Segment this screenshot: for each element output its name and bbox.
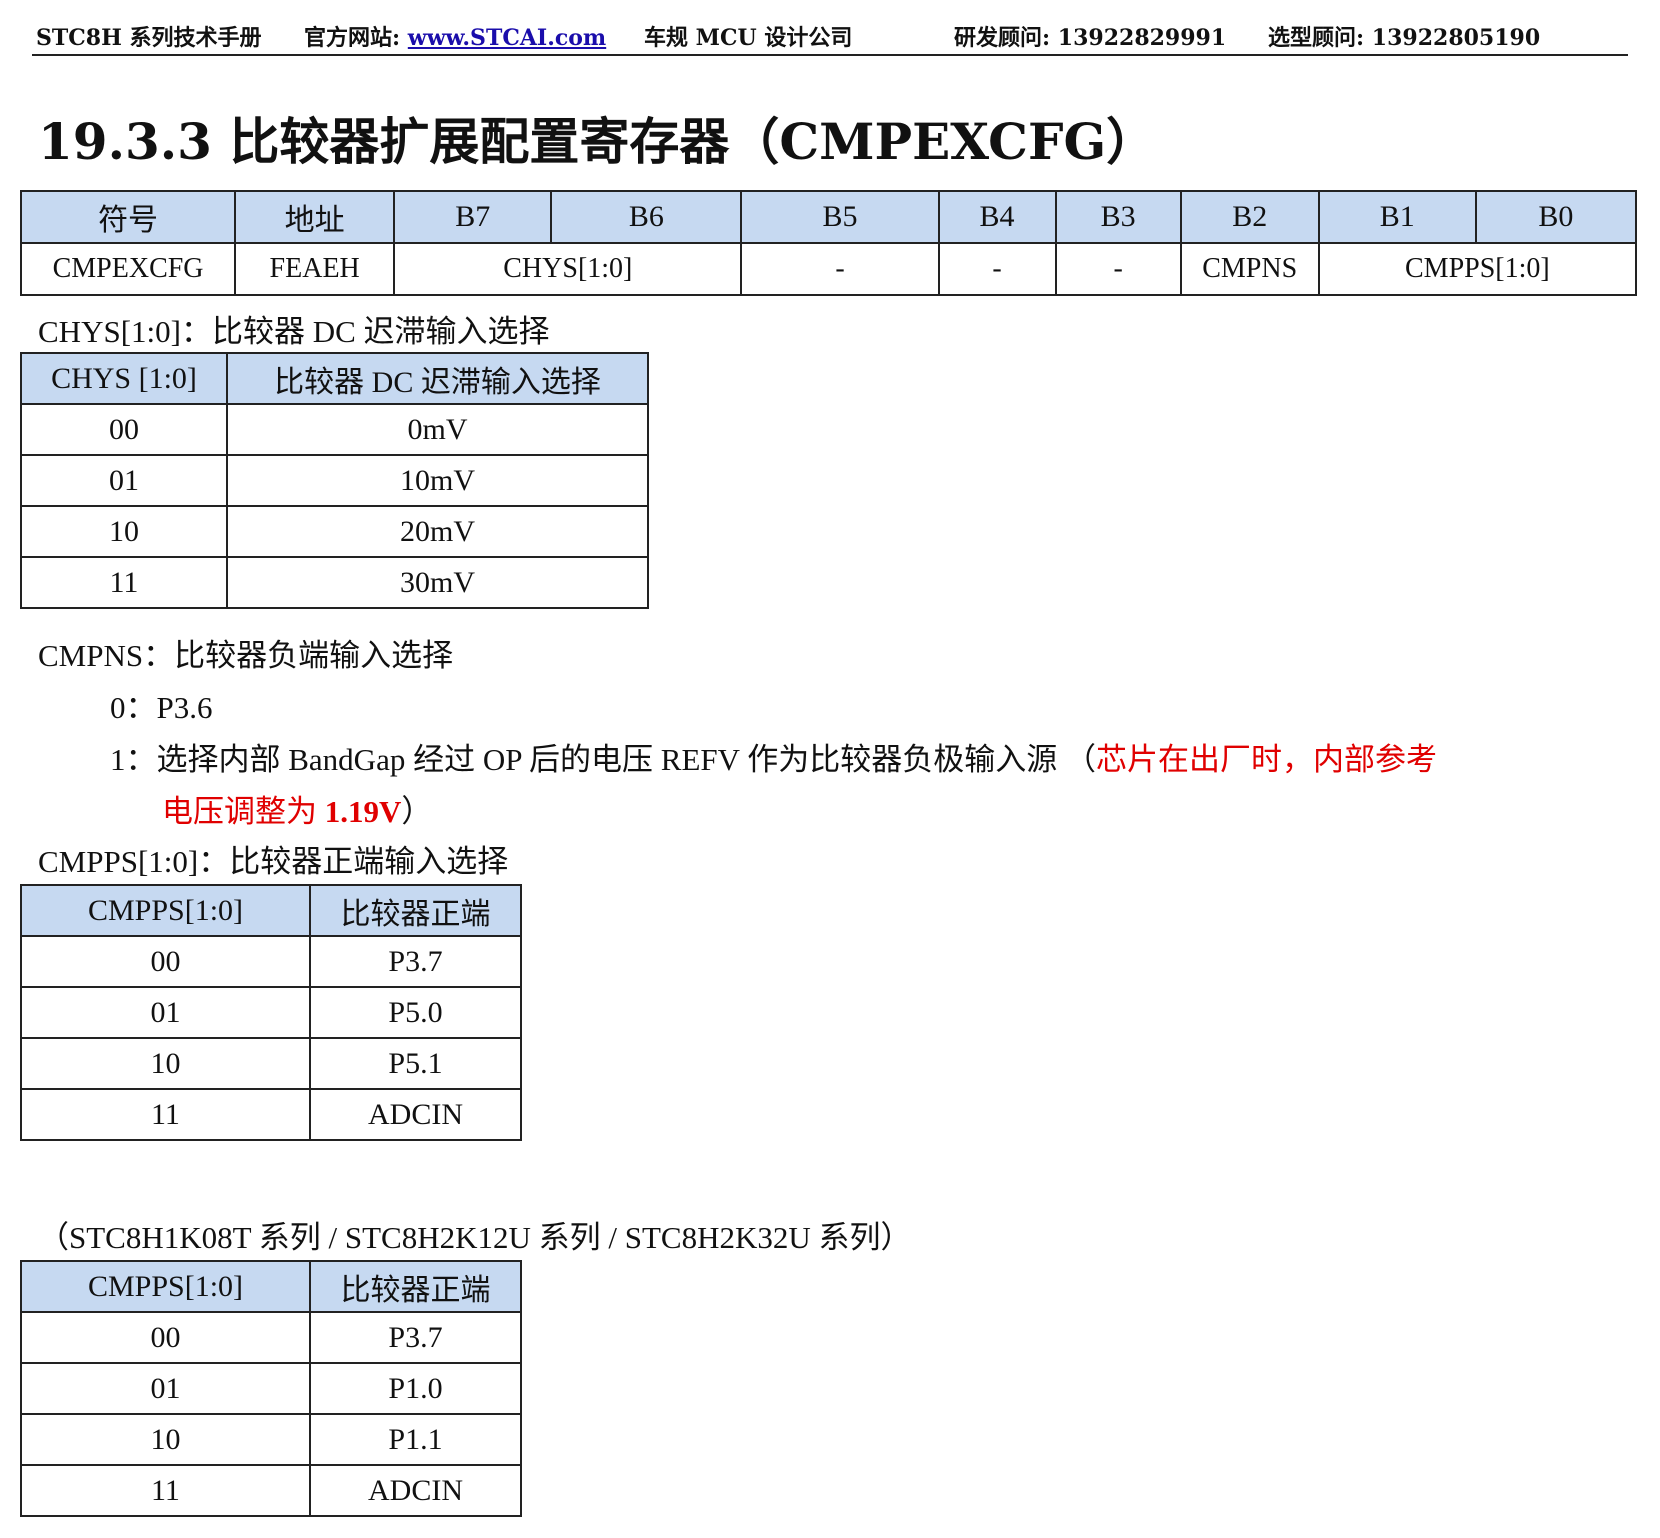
register-row: CMPEXCFG FEAEH CHYS[1:0] - - - CMPNS CMP… — [19, 242, 1638, 296]
table-row: 01 P1.0 — [20, 1362, 522, 1415]
col-symbol: 符号 — [19, 190, 237, 244]
chys-table: CHYS [1:0] 比较器 DC 迟滞输入选择 00 0mV 01 10mV 10… — [20, 352, 649, 609]
cmpps-table: CMPPS[1:0] 比较器正端 00 P3.7 01 P5.0 10 P5.1 11… — [20, 884, 522, 1141]
chys-code: 11 — [20, 556, 228, 609]
series-note: （STC8H1K08T 系列 / STC8H2K12U 系列 / STC8H2K… — [38, 1220, 912, 1255]
field-b5: - — [740, 242, 940, 296]
cmpps2-code: 01 — [20, 1362, 311, 1415]
cmpps2-col-pin: 比较器正端 — [309, 1260, 522, 1313]
cmpps-table-series: CMPPS[1:0] 比较器正端 00 P3.7 01 P1.0 10 P1.1 11… — [20, 1260, 522, 1517]
chys-voltage: 20mV — [226, 505, 649, 558]
register-table: 符号 地址 B7 B6 B5 B4 B3 B2 B1 B0 CMPEXCFG F… — [19, 190, 1638, 296]
table-row: 01 10mV — [20, 454, 649, 507]
chys-voltage: 30mV — [226, 556, 649, 609]
table-row: 10 20mV — [20, 505, 649, 558]
field-b3: - — [1054, 242, 1182, 296]
col-b7: B7 — [393, 190, 553, 244]
col-b5: B5 — [740, 190, 940, 244]
col-b2: B2 — [1179, 190, 1320, 244]
cmpps-col-value: CMPPS[1:0] — [20, 884, 311, 937]
col-b6: B6 — [550, 190, 743, 244]
cmpps-code: 10 — [20, 1037, 311, 1090]
cmpns-option-1: 1：选择内部 BandGap 经过 OP 后的电压 REFV 作为比较器负极输入… — [110, 734, 1437, 779]
cmpps2-code: 10 — [20, 1413, 311, 1466]
table-row: 00 P3.7 — [20, 935, 522, 988]
chys-header-row: CHYS [1:0] 比较器 DC 迟滞输入选择 — [20, 352, 649, 405]
register-address: FEAEH — [234, 242, 396, 296]
table-row: 10 P1.1 — [20, 1413, 522, 1466]
cmpps2-pin: P1.0 — [309, 1362, 522, 1415]
chys-code: 10 — [20, 505, 228, 558]
table-row: 00 P3.7 — [20, 1311, 522, 1364]
site-link[interactable]: www.STCAI.com — [408, 25, 606, 51]
register-name: CMPEXCFG — [19, 242, 237, 296]
chys-description: CHYS[1:0]：比较器 DC 迟滞输入选择 — [38, 314, 550, 349]
cmpps-header-row: CMPPS[1:0] 比较器正端 — [20, 884, 522, 937]
cmpps2-pin: ADCIN — [309, 1464, 522, 1517]
table-row: 11 ADCIN — [20, 1088, 522, 1141]
cmpns-option-0: 0：P3.6 — [110, 690, 213, 725]
col-b1: B1 — [1317, 190, 1477, 244]
cmpns-note-cont: 电压调整为 — [162, 794, 325, 829]
field-cmpns: CMPNS — [1179, 242, 1320, 296]
chys-code: 00 — [20, 403, 228, 456]
chys-voltage: 10mV — [226, 454, 649, 507]
cmpps-description: CMPPS[1:0]：比较器正端输入选择 — [38, 844, 509, 879]
page-header: STC8H 系列技术手册 官方网站: www.STCAI.com 车规 MCU … — [32, 18, 1628, 56]
table-row: 00 0mV — [20, 403, 649, 456]
table-row: 10 P5.1 — [20, 1037, 522, 1090]
cmpps2-pin: P1.1 — [309, 1413, 522, 1466]
cmpps-pin: P5.1 — [309, 1037, 522, 1090]
cmpns-option-1-text: 选择内部 BandGap 经过 OP 后的电压 REFV 作为比较器负极输入源 … — [156, 742, 1097, 777]
field-chys: CHYS[1:0] — [393, 242, 743, 296]
cmpps2-header-row: CMPPS[1:0] 比较器正端 — [20, 1260, 522, 1313]
chys-col-desc: 比较器 DC 迟滞输入选择 — [226, 352, 649, 405]
chys-voltage: 0mV — [226, 403, 649, 456]
field-cmpps: CMPPS[1:0] — [1317, 242, 1638, 296]
cmpps-col-pin: 比较器正端 — [309, 884, 522, 937]
cmpps-pin: P5.0 — [309, 986, 522, 1039]
sel-contact: 选型顾问: 13922805190 — [1268, 25, 1541, 51]
cmpps-code: 01 — [20, 986, 311, 1039]
col-b3: B3 — [1054, 190, 1182, 244]
col-b0: B0 — [1474, 190, 1638, 244]
cmpps2-col-value: CMPPS[1:0] — [20, 1260, 311, 1313]
cmpps-pin: ADCIN — [309, 1088, 522, 1141]
company-tagline: 车规 MCU 设计公司 — [644, 25, 853, 51]
cmpns-ref-voltage: 1.19V — [324, 794, 402, 829]
cmpns-option-1-label: 1： — [110, 742, 157, 777]
table-row: 11 30mV — [20, 556, 649, 609]
col-b4: B4 — [937, 190, 1057, 244]
col-address: 地址 — [234, 190, 396, 244]
rd-contact: 研发顾问: 13922829991 — [954, 25, 1227, 51]
cmpns-description: CMPNS：比较器负端输入选择 — [38, 638, 454, 673]
table-row: 01 P5.0 — [20, 986, 522, 1039]
cmpns-note-end: ） — [401, 794, 433, 829]
cmpps2-code: 11 — [20, 1464, 311, 1517]
field-b4: - — [937, 242, 1057, 296]
chys-code: 01 — [20, 454, 228, 507]
register-header-row: 符号 地址 B7 B6 B5 B4 B3 B2 B1 B0 — [19, 190, 1638, 244]
cmpns-option-1-note: 芯片在出厂时，内部参考 — [1096, 742, 1437, 777]
cmpps2-pin: P3.7 — [309, 1311, 522, 1364]
chys-col-value: CHYS [1:0] — [20, 352, 228, 405]
cmpps-pin: P3.7 — [309, 935, 522, 988]
site-label: 官方网站: www.STCAI.com — [304, 20, 606, 52]
cmpps-code: 11 — [20, 1088, 311, 1141]
site-label-text: 官方网站: — [304, 25, 401, 51]
section-title: 19.3.3 比较器扩展配置寄存器（CMPEXCFG） — [38, 112, 1157, 171]
cmpps-code: 00 — [20, 935, 311, 988]
cmpps2-code: 00 — [20, 1311, 311, 1364]
table-row: 11 ADCIN — [20, 1464, 522, 1517]
manual-title: STC8H 系列技术手册 — [36, 25, 262, 51]
cmpns-option-1-cont: 电压调整为 1.19V） — [162, 786, 432, 831]
